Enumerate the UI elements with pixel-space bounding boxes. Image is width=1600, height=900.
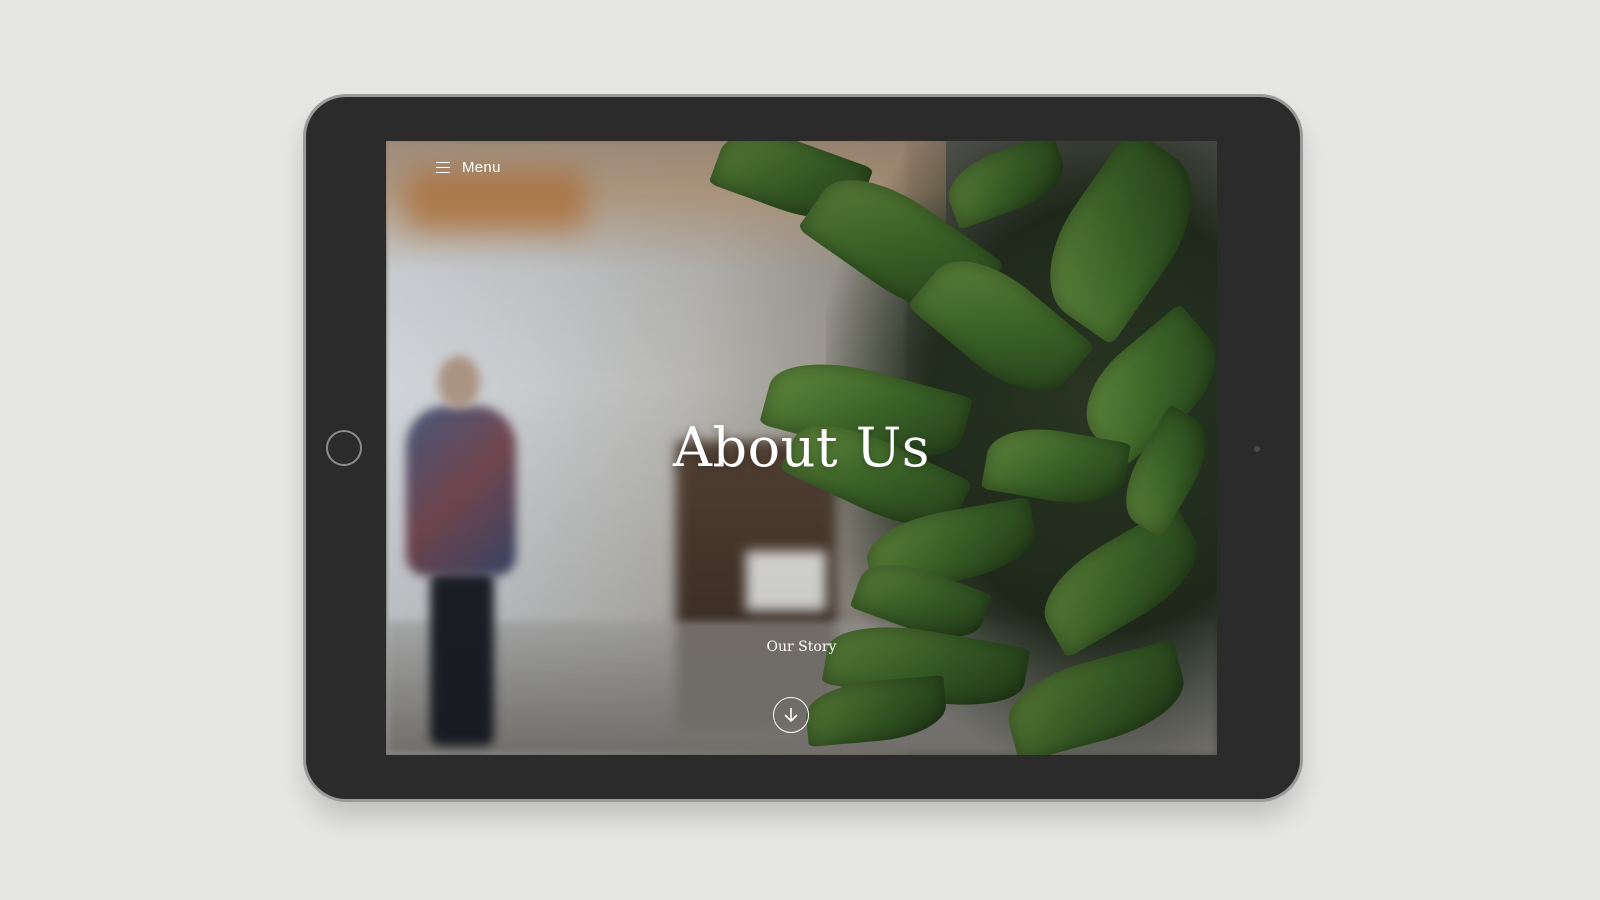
camera-dot xyxy=(1254,446,1260,452)
home-button[interactable] xyxy=(326,430,362,466)
menu-button[interactable]: Menu xyxy=(436,159,501,176)
page-title: About Us xyxy=(673,416,930,479)
hamburger-icon xyxy=(436,161,450,174)
tablet-device: Menu About Us Our Story xyxy=(306,97,1300,799)
menu-label: Menu xyxy=(462,159,501,176)
tablet-screen: Menu About Us Our Story xyxy=(386,141,1217,755)
our-story-link[interactable]: Our Story xyxy=(386,639,1217,655)
arrow-down-icon xyxy=(784,708,798,723)
scroll-down-button[interactable] xyxy=(773,697,809,733)
